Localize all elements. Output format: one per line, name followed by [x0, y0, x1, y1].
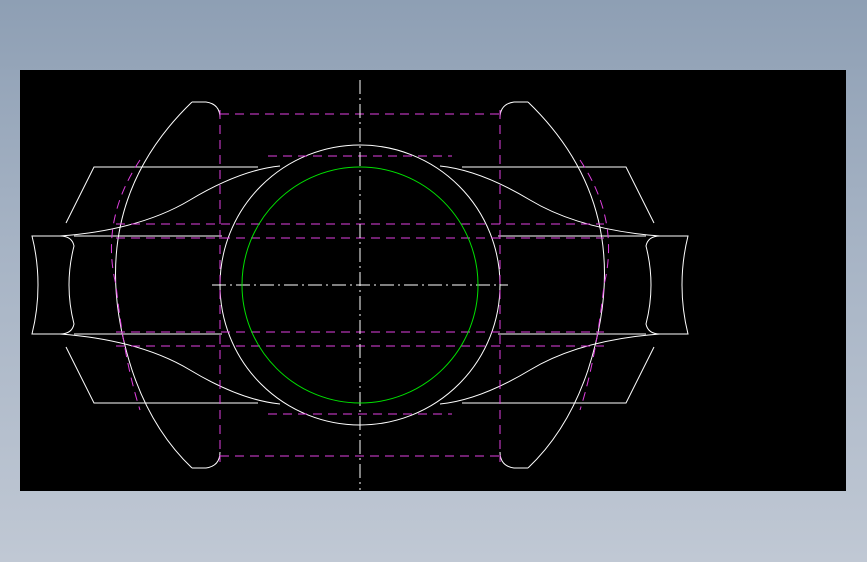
upper-fillet-left: [59, 165, 281, 237]
cad-viewport[interactable]: [20, 70, 846, 491]
top-edge-right: [499, 101, 528, 119]
bottom-edge: [192, 451, 221, 469]
outer-arc-right: [527, 101, 605, 469]
upper-fillet-right: [439, 165, 661, 237]
left-boss: [31, 235, 75, 335]
bottom-edge-right: [499, 451, 528, 469]
upper-wing-right: [462, 166, 655, 224]
lower-wing-right: [462, 346, 655, 404]
lower-wing: [65, 346, 258, 404]
upper-wing: [65, 166, 258, 224]
right-boss: [645, 235, 689, 335]
outer-arc-left: [115, 101, 193, 469]
lower-fillet-right: [439, 333, 661, 405]
top-edge: [192, 101, 221, 119]
centerlines-layer: [212, 80, 508, 490]
lower-fillet-left: [59, 333, 281, 405]
cad-drawing: [31, 80, 689, 490]
